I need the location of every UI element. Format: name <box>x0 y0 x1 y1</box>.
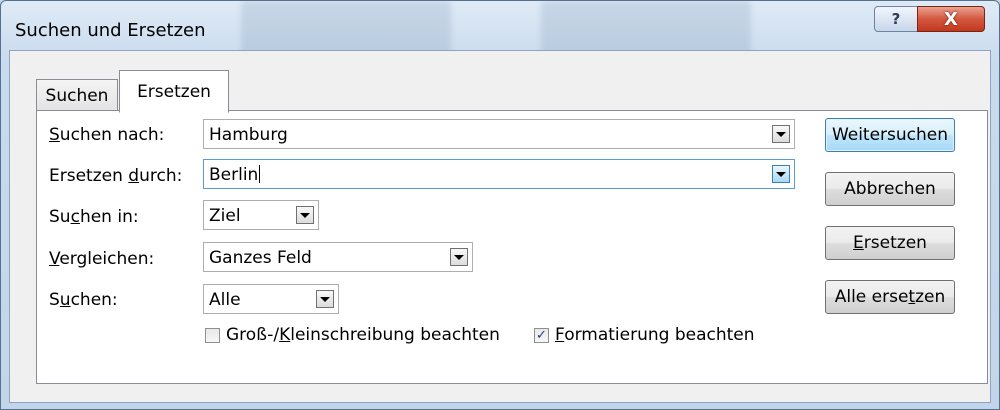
lookin-label: Suchen in: <box>49 207 139 227</box>
help-button[interactable]: ? <box>874 6 918 32</box>
close-button[interactable]: X <box>917 6 985 32</box>
search-direction-combobox[interactable]: Alle <box>203 284 339 314</box>
dialog-client-area: Suchen Ersetzen Suchen nach: Hamburg Ers… <box>9 50 991 403</box>
match-combobox[interactable]: Ganzes Feld <box>203 242 473 272</box>
tab-panel: Suchen nach: Hamburg Ersetzen durch: Ber… <box>36 110 988 384</box>
replace-dropdown-button[interactable] <box>772 165 790 183</box>
find-next-button[interactable]: Weitersuchen <box>825 118 955 152</box>
find-label: Suchen nach: <box>49 125 165 145</box>
chevron-down-icon <box>300 212 310 218</box>
replace-label: Ersetzen durch: <box>49 166 183 186</box>
match-format-checkbox[interactable]: ✓ Formatierung beachten <box>534 325 755 345</box>
chevron-down-icon <box>776 131 786 137</box>
replace-combobox[interactable]: Berlin <box>203 159 795 189</box>
search-direction-label: Suchen: <box>49 290 118 310</box>
replace-value: Berlin <box>209 165 261 185</box>
replace-all-button[interactable]: Alle erse t zen <box>825 280 955 314</box>
checkbox-box[interactable] <box>205 327 220 343</box>
search-direction-value: Alle <box>209 290 241 310</box>
tab-suchen[interactable]: Suchen <box>36 79 118 111</box>
chevron-down-icon <box>320 296 330 302</box>
find-value: Hamburg <box>209 125 288 145</box>
chevron-down-icon <box>776 171 786 177</box>
dialog-window: Suchen und Ersetzen ? X Suchen Ersetzen … <box>0 0 1000 410</box>
match-label: Vergleichen: <box>49 249 155 269</box>
checkmark-icon[interactable]: ✓ <box>534 327 549 343</box>
window-title: Suchen und Ersetzen <box>15 20 206 41</box>
text-caret <box>259 165 261 183</box>
tab-ersetzen[interactable]: Ersetzen <box>119 70 229 113</box>
lookin-combobox[interactable]: Ziel <box>203 200 319 230</box>
search-direction-dropdown-button[interactable] <box>316 290 334 308</box>
match-format-label: Formatierung beachten <box>555 325 755 345</box>
match-value: Ganzes Feld <box>209 248 312 268</box>
lookin-dropdown-button[interactable] <box>296 206 314 224</box>
lookin-value: Ziel <box>209 206 241 226</box>
find-combobox[interactable]: Hamburg <box>203 119 795 149</box>
match-dropdown-button[interactable] <box>450 248 468 266</box>
cancel-button[interactable]: Abbrechen <box>825 172 955 206</box>
chevron-down-icon <box>454 254 464 260</box>
find-dropdown-button[interactable] <box>772 125 790 143</box>
replace-button[interactable]: Ersetzen <box>825 226 955 260</box>
case-sensitive-checkbox[interactable]: Groß-/Kleinschreibung beachten <box>205 325 500 345</box>
case-sensitive-label: Groß-/Kleinschreibung beachten <box>226 325 500 345</box>
